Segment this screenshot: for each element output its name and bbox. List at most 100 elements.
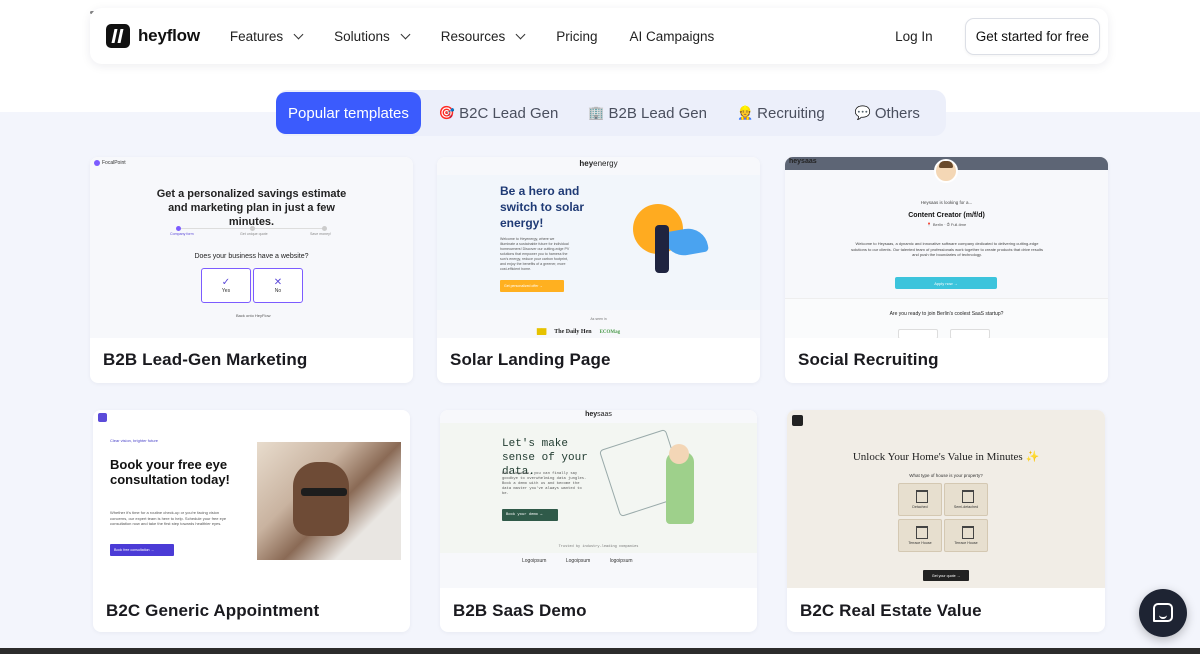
preview-brand: heysaas bbox=[440, 411, 757, 418]
preview-body: With Heysaas, you can finally say goodby… bbox=[502, 472, 587, 496]
step-dot bbox=[250, 226, 255, 231]
template-preview: FocalPoint Get a personalized savings es… bbox=[90, 157, 413, 338]
preview-body: Whether it's time for a routine check-up… bbox=[110, 510, 227, 527]
preview-hero bbox=[440, 423, 757, 553]
template-card-b2b-saas-demo[interactable]: heysaas Let's make sense of your data. W… bbox=[440, 410, 757, 632]
nav-resources-label: Resources bbox=[440, 28, 506, 44]
preview-apply-button: Apply now → bbox=[895, 277, 997, 289]
client-logo: Logoipsum bbox=[522, 558, 547, 564]
heyflow-logo-icon bbox=[106, 24, 130, 48]
brand-part: hey bbox=[585, 411, 598, 418]
nav-features-label: Features bbox=[229, 28, 284, 44]
card-title: B2B Lead-Gen Marketing bbox=[103, 350, 308, 369]
chat-launcher-button[interactable] bbox=[1139, 589, 1187, 637]
preview-button: Get your quote → bbox=[923, 570, 969, 581]
preview-button: Book free consultation → bbox=[110, 544, 174, 556]
step-label: Company form bbox=[170, 232, 194, 236]
speech-bubble-icon: 💬 bbox=[854, 105, 871, 120]
client-logo: logoipsum bbox=[609, 558, 633, 564]
tab-recruiting[interactable]: 👷 Recruiting bbox=[725, 92, 837, 134]
press-logos: ▇▇ The Daily Hen ECOMag bbox=[537, 329, 621, 335]
nav-pricing-label: Pricing bbox=[556, 28, 598, 44]
template-card-social-recruiting[interactable]: heysaas Heysaas is looking for a... Cont… bbox=[785, 157, 1108, 383]
get-started-button[interactable]: Get started for free bbox=[964, 17, 1100, 55]
template-card-real-estate[interactable]: Unlock Your Home's Value in Minutes ✨ Wh… bbox=[787, 410, 1105, 632]
template-preview: heysaas Let's make sense of your data. W… bbox=[440, 410, 757, 588]
nav-features[interactable]: Features bbox=[229, 28, 304, 44]
avatar bbox=[934, 159, 958, 183]
tab-label: B2C Lead Gen bbox=[459, 104, 559, 122]
preview-brand: FocalPoint bbox=[94, 160, 126, 166]
nav-resources[interactable]: Resources bbox=[440, 28, 526, 44]
preview-body: Welcome to Heyenergy, where we illuminat… bbox=[500, 237, 570, 271]
preview-question: What type of house is your property? bbox=[909, 473, 983, 478]
nav-ai-campaigns[interactable]: AI Campaigns bbox=[630, 29, 715, 44]
preview-headline: Be a hero and switch to solar energy! bbox=[500, 184, 585, 230]
card-title: Social Recruiting bbox=[798, 350, 939, 369]
nav-pricing[interactable]: Pricing bbox=[556, 29, 597, 44]
brand-name: heyflow bbox=[138, 26, 200, 45]
login-link[interactable]: Log In bbox=[895, 29, 933, 44]
template-card-b2c-appointment[interactable]: Clear vision, brighter future Book your … bbox=[93, 410, 410, 632]
nav-solutions[interactable]: Solutions bbox=[334, 28, 411, 44]
template-card-solar-landing[interactable]: heyenergy Be a hero and switch to solar … bbox=[437, 157, 760, 383]
tab-label: B2B Lead Gen bbox=[608, 104, 707, 122]
brand-logo-icon bbox=[98, 413, 107, 422]
card-title: B2B SaaS Demo bbox=[453, 601, 587, 620]
template-preview: Clear vision, brighter future Book your … bbox=[93, 410, 410, 588]
step-label: Save money! bbox=[310, 232, 331, 236]
preview-brand: heyenergy bbox=[437, 159, 760, 168]
chevron-down-icon bbox=[293, 29, 304, 39]
tab-label: Recruiting bbox=[757, 104, 825, 122]
house-option: Detached bbox=[898, 483, 942, 516]
preview-question: Are you ready to join Berlin's coolest S… bbox=[889, 311, 1004, 317]
main-navbar: heyflow Features Solutions Resources Pri… bbox=[90, 8, 1108, 64]
preview-option-yes: ✓ Yes bbox=[201, 268, 251, 303]
card-title: Solar Landing Page bbox=[450, 350, 611, 369]
preview-brand-name: FocalPoint bbox=[102, 160, 126, 166]
tab-b2b-lead-gen[interactable]: 🏢 B2B Lead Gen bbox=[576, 92, 719, 134]
tab-b2c-lead-gen[interactable]: 🎯 B2C Lead Gen bbox=[427, 92, 570, 134]
step-label: Get unique quote bbox=[240, 232, 268, 236]
preview-brand: heysaas bbox=[789, 158, 817, 165]
nav-ai-campaigns-label: AI Campaigns bbox=[629, 28, 715, 44]
template-preview: Unlock Your Home's Value in Minutes ✨ Wh… bbox=[787, 410, 1105, 588]
chat-icon bbox=[1153, 603, 1173, 622]
bottom-edge bbox=[0, 648, 1200, 654]
client-logo: Logoipsum bbox=[565, 558, 591, 564]
preview-option-no: ✕ No bbox=[253, 268, 303, 303]
press-logo: ECOMag bbox=[599, 330, 621, 335]
brand-logo-icon bbox=[792, 415, 803, 426]
house-option: Terrace House bbox=[944, 519, 988, 552]
preview-headline: Get a personalized savings estimate and … bbox=[156, 188, 347, 228]
brand-part: hey bbox=[579, 159, 594, 168]
option-label: No bbox=[274, 288, 282, 294]
preview-question: Does your business have a website? bbox=[194, 253, 309, 260]
preview-headline: Book your free eye consultation today! bbox=[110, 457, 230, 487]
template-card-b2b-lead-gen[interactable]: FocalPoint Get a personalized savings es… bbox=[90, 157, 413, 383]
card-title: B2C Real Estate Value bbox=[800, 601, 982, 620]
preview-progress-steps bbox=[176, 226, 327, 231]
preview-body: Welcome to Heysaas, a dynamic and innova… bbox=[851, 241, 1043, 257]
nav-solutions-label: Solutions bbox=[334, 28, 390, 44]
brand-logo[interactable]: heyflow bbox=[106, 24, 200, 48]
client-logos: Logoipsum Logoipsum logoipsum bbox=[522, 558, 651, 564]
preview-back-link: Back onto HeyFlow bbox=[236, 313, 271, 318]
emoji-option bbox=[950, 329, 990, 338]
preview-seen-in: As seen in bbox=[590, 317, 607, 321]
tab-popular-templates[interactable]: Popular templates bbox=[276, 92, 421, 134]
preview-trusted-by: Trusted by industry-leading companies bbox=[558, 545, 639, 549]
preview-intro: Heysaas is looking for a... bbox=[920, 200, 973, 205]
preview-button: Get personalized offer → bbox=[500, 280, 564, 292]
template-preview: heyenergy Be a hero and switch to solar … bbox=[437, 157, 760, 338]
person-head-illustration bbox=[669, 444, 689, 464]
press-logo: The Daily Hen bbox=[554, 329, 592, 335]
chevron-down-icon bbox=[515, 29, 526, 39]
hero-person-illustration bbox=[655, 225, 669, 273]
close-icon: ✕ bbox=[273, 277, 283, 288]
construction-worker-icon: 👷 bbox=[736, 105, 754, 120]
focalpoint-logo-icon bbox=[94, 160, 100, 166]
tab-others[interactable]: 💬 Others bbox=[843, 92, 932, 134]
house-option: Semi-detached bbox=[944, 483, 988, 516]
option-label: Yes bbox=[221, 288, 231, 294]
